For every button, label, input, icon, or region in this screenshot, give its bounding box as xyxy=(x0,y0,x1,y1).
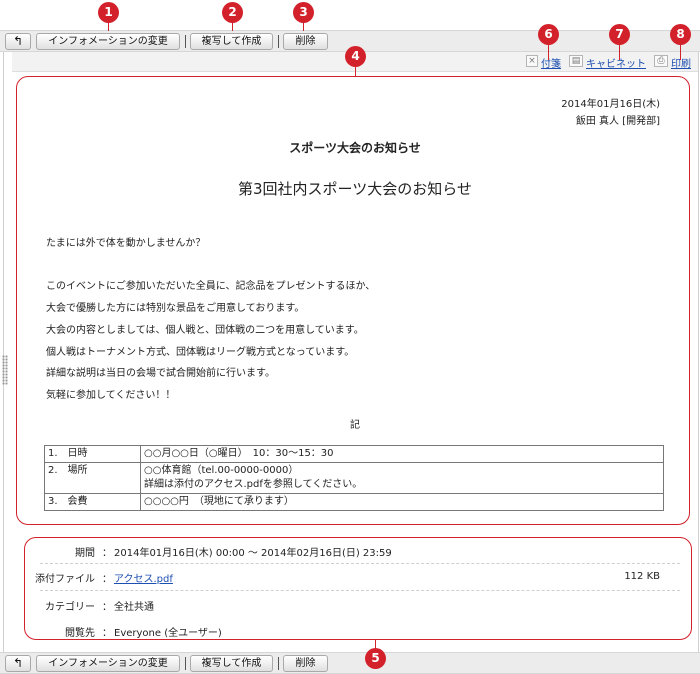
attachment-label: 添付ファイル xyxy=(35,574,95,585)
document-heading: 第3回社内スポーツ大会のお知らせ xyxy=(238,180,472,198)
marker-line xyxy=(680,44,681,60)
table-row: 3. 会費 ○○○○円 （現地にて承ります） xyxy=(44,493,664,511)
viewer-label: 閲覧先 xyxy=(65,628,95,639)
marker-8: 8 xyxy=(670,24,691,45)
table-row: 1. 日時 ○○月○○日（○曜日） 10：30〜15：30 xyxy=(44,445,664,463)
body-line: たまには外で体を動かしませんか？ xyxy=(46,238,206,249)
body-line: 大会の内容としましては、個人戦と、団体戦の二つを用意しています。 xyxy=(46,325,364,336)
printer-icon: ⎙ xyxy=(654,55,668,67)
body-line: 大会で優勝した方には特別な景品をご用意しております。 xyxy=(46,303,305,314)
marker-5: 5 xyxy=(365,648,386,669)
body-line: 詳細な説明は当日の会場で試合開始前に行います。 xyxy=(46,368,275,379)
print-link[interactable]: 印刷 xyxy=(671,55,691,70)
cabinet-icon: ▤ xyxy=(569,55,583,67)
table-cell-text: ○○月○○日（○曜日） 10：30〜15：30 xyxy=(144,448,334,459)
table-cell-label: 3. 会費 xyxy=(44,493,141,511)
toolbar-separator xyxy=(185,35,186,48)
category-label: カテゴリー xyxy=(45,602,95,613)
table-cell-value: ○○○○円 （現地にて承ります） xyxy=(140,493,664,511)
ki-marker: 記 xyxy=(350,420,360,431)
category-value: 全社共通 xyxy=(114,602,154,613)
marker-line xyxy=(548,44,549,60)
attachment-size: 112 KB xyxy=(624,571,660,582)
attachment-link[interactable]: アクセス.pdf xyxy=(114,570,173,585)
back-button[interactable]: ↰ xyxy=(5,655,31,672)
meta-divider xyxy=(40,563,680,564)
document-author: 飯田 真人 [開発部] xyxy=(575,116,660,127)
resize-grip[interactable] xyxy=(2,355,8,385)
delete-button[interactable]: 削除 xyxy=(283,33,328,50)
event-info-table: 1. 日時 ○○月○○日（○曜日） 10：30〜15：30 2. 場所 ○○体育… xyxy=(44,445,664,511)
table-cell-text: ○○体育館（tel.00-0000-0000） xyxy=(144,465,299,476)
marker-3: 3 xyxy=(293,2,314,23)
toolbar-separator xyxy=(278,35,279,48)
meta-colon: ： xyxy=(102,602,112,613)
cabinet-link[interactable]: キャビネット xyxy=(586,55,646,70)
table-cell-value: ○○体育館（tel.00-0000-0000） 詳細は添付のアクセス.pdfを参… xyxy=(140,462,664,494)
change-information-button[interactable]: インフォメーションの変更 xyxy=(36,655,180,672)
table-cell-label: 1. 日時 xyxy=(44,445,141,463)
meta-colon: ： xyxy=(102,548,112,559)
back-arrow-icon: ↰ xyxy=(12,34,24,48)
close-tag-icon: × xyxy=(526,55,538,67)
table-cell-value: ○○月○○日（○曜日） 10：30〜15：30 xyxy=(140,445,664,463)
meta-divider xyxy=(40,590,680,591)
change-information-button[interactable]: インフォメーションの変更 xyxy=(36,33,180,50)
document-date: 2014年01月16日(木) xyxy=(561,99,660,110)
delete-button[interactable]: 削除 xyxy=(283,655,328,672)
marker-line xyxy=(619,44,620,60)
marker-4: 4 xyxy=(345,46,366,67)
viewer-value: Everyone (全ユーザー) xyxy=(114,628,222,639)
copy-create-button[interactable]: 複写して作成 xyxy=(190,33,273,50)
table-cell-text: 詳細は添付のアクセス.pdfを参照してください。 xyxy=(144,479,363,490)
document-subject: スポーツ大会のお知らせ xyxy=(289,141,421,155)
period-label: 期間 xyxy=(75,548,95,559)
table-cell-label: 2. 場所 xyxy=(44,462,141,494)
copy-create-button[interactable]: 複写して作成 xyxy=(190,655,273,672)
back-button[interactable]: ↰ xyxy=(5,33,31,50)
table-row: 2. 場所 ○○体育館（tel.00-0000-0000） 詳細は添付のアクセス… xyxy=(44,462,664,494)
toolbar-separator xyxy=(185,657,186,670)
marker-line xyxy=(355,66,356,77)
meta-colon: ： xyxy=(102,628,112,639)
marker-2: 2 xyxy=(222,2,243,23)
marker-6: 6 xyxy=(538,24,559,45)
back-arrow-icon: ↰ xyxy=(12,656,24,670)
meta-colon: ： xyxy=(102,574,112,585)
body-line: 気軽に参加してください！！ xyxy=(46,390,176,401)
body-line: このイベントにご参加いただいた全員に、記念品をプレゼントするほか、 xyxy=(46,281,376,292)
toolbar-separator xyxy=(278,657,279,670)
tag-link[interactable]: 付箋 xyxy=(541,55,561,70)
marker-1: 1 xyxy=(98,2,119,23)
table-cell-text: ○○○○円 （現地にて承ります） xyxy=(144,496,294,507)
marker-7: 7 xyxy=(609,24,630,45)
body-line: 個人戦はトーナメント方式、団体戦はリーグ戦方式となっています。 xyxy=(46,347,355,358)
period-value: 2014年01月16日(木) 00:00 〜 2014年02月16日(日) 23… xyxy=(114,548,392,559)
